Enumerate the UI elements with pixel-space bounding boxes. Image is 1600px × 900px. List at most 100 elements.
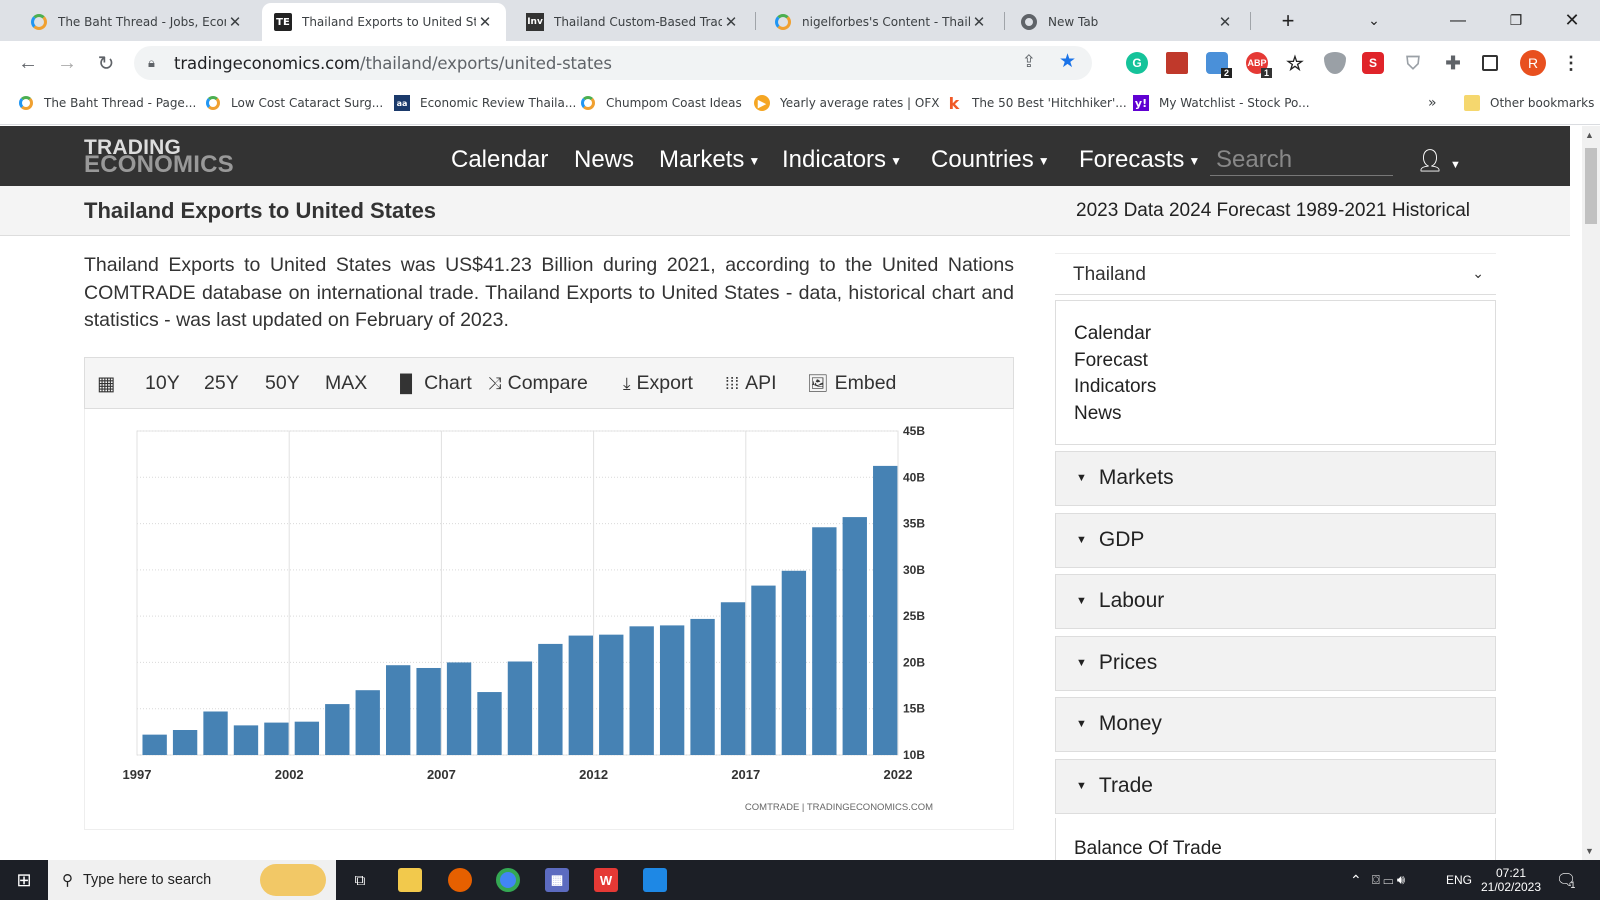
language-indicator[interactable]: ENG xyxy=(1446,860,1472,900)
tab-nigelforbes[interactable]: nigelforbes's Content - Thailand ✕ xyxy=(762,3,1000,41)
close-icon[interactable]: ✕ xyxy=(476,13,494,31)
reload-icon[interactable]: ↻ xyxy=(94,51,118,75)
tab-custom-trade[interactable]: Inv Thailand Custom-Based Trade D ✕ xyxy=(514,3,752,41)
nav-calendar[interactable]: Calendar xyxy=(451,146,548,174)
vpn-shield-icon[interactable]: ⛉ xyxy=(1402,52,1424,74)
bookmark-item[interactable]: ▶ Yearly average rates | OFX xyxy=(754,95,939,111)
embed-button[interactable]: 🖼︎ Embed xyxy=(807,372,896,395)
tray-chevron-icon[interactable]: ⌃ xyxy=(1350,860,1362,900)
bookmark-star-icon[interactable]: ★ xyxy=(1059,50,1076,73)
bookmark-ext-icon[interactable] xyxy=(1166,52,1188,74)
tab-baht-thread[interactable]: The Baht Thread - Jobs, Econon ✕ xyxy=(18,3,256,41)
nav-forecasts[interactable]: Forecasts ▼ xyxy=(1079,146,1200,174)
close-icon[interactable]: ✕ xyxy=(970,13,988,31)
nav-countries[interactable]: Countries ▼ xyxy=(931,146,1050,174)
window-close-icon[interactable]: ✕ xyxy=(1544,0,1600,41)
bar-2016 xyxy=(720,602,746,755)
forward-icon[interactable]: → xyxy=(55,51,79,75)
adblock-icon[interactable]: ABP 1 xyxy=(1246,52,1272,78)
scroll-thumb[interactable] xyxy=(1585,148,1597,224)
calendar-icon[interactable]: ▦ xyxy=(97,372,115,396)
api-button[interactable]: ⁞⁞⁞ API xyxy=(725,372,777,395)
new-tab-icon[interactable]: + xyxy=(1260,0,1316,41)
share-icon[interactable]: ⇪ xyxy=(1022,52,1036,72)
bookmark-item[interactable]: k The 50 Best 'Hitchhiker'... xyxy=(946,94,1127,113)
sidebar-section-money[interactable]: ▼ Money xyxy=(1055,697,1496,752)
site-logo[interactable]: TRADING ECONOMICS xyxy=(84,137,234,177)
other-bookmarks[interactable]: Other bookmarks xyxy=(1464,95,1594,111)
data-forecast-historical-links[interactable]: 2023 Data 2024 Forecast 1989-2021 Histor… xyxy=(1076,200,1470,222)
restore-icon[interactable]: ❐ xyxy=(1488,0,1544,41)
bar-2011 xyxy=(568,635,593,755)
sidebar-section-labour[interactable]: ▼ Labour xyxy=(1055,574,1496,629)
tab-new-tab[interactable]: New Tab ✕ xyxy=(1008,3,1246,41)
sidebar-link-news[interactable]: News xyxy=(1074,401,1477,428)
bookmark-item[interactable]: Chumpom Coast Ideas xyxy=(580,95,742,111)
bookmark-item[interactable]: aa Economic Review Thaila... xyxy=(394,95,576,111)
notification-icon[interactable]: 🗨︎ 1 xyxy=(1556,860,1576,900)
close-icon[interactable]: ✕ xyxy=(1216,13,1234,31)
calculator-icon[interactable]: ▦ xyxy=(545,868,569,892)
file-explorer-icon[interactable] xyxy=(398,868,422,892)
nav-markets[interactable]: Markets ▼ xyxy=(659,146,760,174)
extension-badge-icon[interactable]: 2 xyxy=(1206,52,1232,78)
chrome-icon[interactable] xyxy=(496,868,520,892)
taskbar-search-input[interactable]: ⚲ Type here to search xyxy=(48,860,336,900)
bookmark-item[interactable]: y! My Watchlist - Stock Po... xyxy=(1133,95,1310,111)
sidebar-section-markets[interactable]: ▼ Markets xyxy=(1055,451,1496,506)
sidebar-link-calendar[interactable]: Calendar xyxy=(1074,321,1477,348)
user-icon[interactable]: 👤︎ ▼ xyxy=(1416,148,1461,174)
page-scrollbar[interactable]: ▲ ▼ xyxy=(1582,126,1600,860)
windows-start-icon[interactable]: ⊞ xyxy=(12,868,36,892)
puzzle-icon[interactable]: ✚ xyxy=(1442,52,1464,74)
task-view-icon[interactable]: ⧉ xyxy=(348,868,372,892)
site-search-input[interactable]: Search xyxy=(1210,142,1393,176)
nav-news[interactable]: News xyxy=(574,146,634,174)
exports-bar-chart[interactable]: 45B 40B 35B 30B 25B 20B 15B 10B 1997 2002 2007 2012… xyxy=(85,409,1015,830)
firefox-icon[interactable] xyxy=(448,868,472,892)
sidebar-section-trade[interactable]: ▼ Trade xyxy=(1055,759,1496,814)
close-icon[interactable]: ✕ xyxy=(226,13,244,31)
compare-button[interactable]: ⤨ Compare xyxy=(488,372,588,395)
clock-time: 07:21 xyxy=(1495,866,1527,880)
shield-icon[interactable] xyxy=(1324,52,1346,74)
image-icon: 🖼︎ xyxy=(807,373,829,393)
range-50y-button[interactable]: 50Y xyxy=(265,372,300,395)
grammarly-icon[interactable]: G xyxy=(1126,52,1148,74)
scroll-down-icon[interactable]: ▼ xyxy=(1585,846,1594,856)
sidepanel-icon[interactable] xyxy=(1482,55,1498,71)
nav-indicators[interactable]: Indicators ▼ xyxy=(782,146,902,174)
inv-icon: Inv xyxy=(526,13,544,31)
clock[interactable]: 07:21 21/02/2023 xyxy=(1480,860,1542,900)
export-button[interactable]: ⤓ Export xyxy=(623,372,693,395)
x-tick-label: 2017 xyxy=(731,767,760,782)
sidebar-link-indicators[interactable]: Indicators xyxy=(1074,374,1477,401)
s-extension-icon[interactable]: S xyxy=(1362,52,1384,74)
address-bar[interactable]: 🔒︎ tradingeconomics.com/thailand/exports… xyxy=(134,46,1092,80)
sidebar-section-prices[interactable]: ▼ Prices xyxy=(1055,636,1496,691)
tab-search-icon[interactable]: ⌄ xyxy=(1346,0,1402,41)
back-icon[interactable]: ← xyxy=(16,51,40,75)
bookmark-item[interactable]: Low Cost Cataract Surg... xyxy=(205,95,383,111)
scroll-up-icon[interactable]: ▲ xyxy=(1585,130,1594,140)
range-max-button[interactable]: MAX xyxy=(325,372,367,395)
range-25y-button[interactable]: 25Y xyxy=(204,372,239,395)
minimize-icon[interactable]: — xyxy=(1430,0,1486,41)
sidebar-link-forecast[interactable]: Forecast xyxy=(1074,348,1477,375)
bookmark-item[interactable]: The Baht Thread - Page... xyxy=(18,95,196,111)
more-bookmarks-icon[interactable]: » xyxy=(1428,95,1437,111)
range-10y-button[interactable]: 10Y xyxy=(145,372,180,395)
menu-dots-icon[interactable]: ⋮ xyxy=(1560,52,1582,74)
caret-down-icon: ▼ xyxy=(748,153,761,168)
close-icon[interactable]: ✕ xyxy=(722,13,740,31)
star-outline-icon[interactable]: ☆ xyxy=(1284,52,1306,75)
chart-button[interactable]: ▐▌ Chart xyxy=(394,372,472,395)
sidebar-link-balance-of-trade[interactable]: Balance Of Trade xyxy=(1055,818,1496,860)
tab-thailand-exports[interactable]: TE Thailand Exports to United State ✕ xyxy=(262,3,506,41)
photos-icon[interactable] xyxy=(643,868,667,892)
tray-icons[interactable]: ⌼ ▭ 🔊︎ xyxy=(1372,860,1405,900)
wps-icon[interactable]: W xyxy=(594,868,618,892)
profile-avatar[interactable]: R xyxy=(1520,50,1546,76)
country-select[interactable]: Thailand ⌄ xyxy=(1055,253,1496,295)
sidebar-section-gdp[interactable]: ▼ GDP xyxy=(1055,513,1496,568)
